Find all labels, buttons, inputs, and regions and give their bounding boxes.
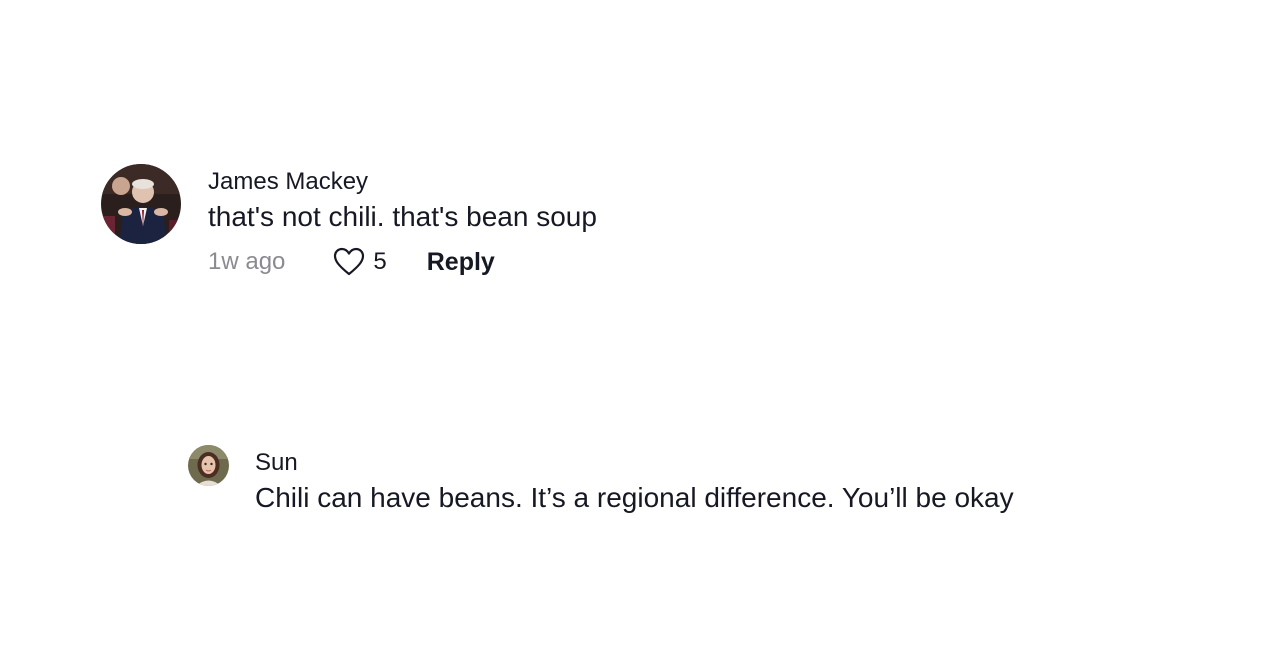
comment-meta: 1w ago 5 Reply xyxy=(208,246,1108,278)
comment-username[interactable]: James Mackey xyxy=(208,168,1108,196)
reply-username[interactable]: Sun xyxy=(255,449,1255,477)
like-button[interactable]: 5 xyxy=(333,247,387,277)
like-count: 5 xyxy=(373,248,387,275)
user-avatar[interactable] xyxy=(101,164,181,244)
reply-text: Chili can have beans. It’s a regional di… xyxy=(255,482,1014,513)
comment-timestamp: 1w ago xyxy=(208,248,286,275)
heart-icon[interactable] xyxy=(333,247,365,277)
reply-button[interactable]: Reply xyxy=(427,248,495,277)
user-avatar[interactable] xyxy=(188,445,229,486)
avatar-photo-icon xyxy=(101,164,181,244)
avatar-photo-icon xyxy=(188,445,229,486)
comment-text: that's not chili. that's bean soup xyxy=(208,201,597,232)
